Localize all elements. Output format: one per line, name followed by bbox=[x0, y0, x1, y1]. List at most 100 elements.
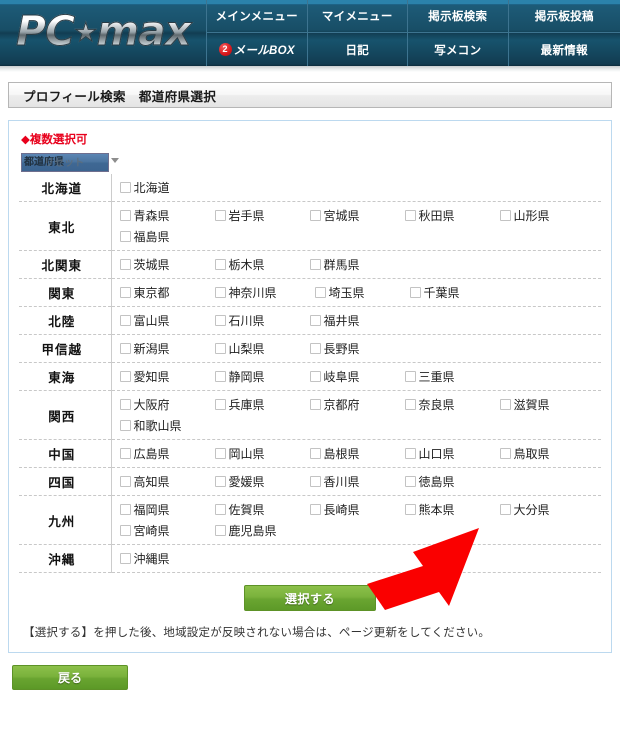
prefecture-checkbox-item[interactable]: 群馬県 bbox=[309, 256, 405, 273]
checkbox-icon[interactable] bbox=[214, 504, 226, 515]
prefecture-checkbox-item[interactable]: 大分県 bbox=[499, 501, 595, 518]
checkbox-icon[interactable] bbox=[409, 287, 421, 298]
checkbox-icon[interactable] bbox=[404, 371, 416, 382]
prefecture-checkbox-item[interactable]: 高知県 bbox=[119, 473, 215, 490]
checkbox-icon[interactable] bbox=[214, 287, 226, 298]
checkbox-icon[interactable] bbox=[499, 504, 511, 515]
checkbox-icon[interactable] bbox=[119, 420, 131, 431]
prefecture-checkbox-item[interactable]: 岩手県 bbox=[214, 207, 310, 224]
prefecture-checkbox-item[interactable]: 広島県 bbox=[119, 445, 215, 462]
nav-diary[interactable]: 日記 bbox=[306, 33, 408, 66]
checkbox-icon[interactable] bbox=[119, 399, 131, 410]
prefecture-checkbox-item[interactable]: 東京都 bbox=[119, 284, 215, 301]
prefecture-checkbox-item[interactable]: 千葉県 bbox=[409, 284, 505, 301]
prefecture-checkbox-item[interactable]: 徳島県 bbox=[404, 473, 500, 490]
prefecture-checkbox-item[interactable]: 山梨県 bbox=[214, 340, 310, 357]
checkbox-icon[interactable] bbox=[119, 476, 131, 487]
checkbox-icon[interactable] bbox=[119, 525, 131, 536]
prefecture-checkbox-item[interactable]: 宮城県 bbox=[309, 207, 405, 224]
checkbox-icon[interactable] bbox=[119, 182, 131, 193]
prefecture-checkbox-item[interactable]: 神奈川県 bbox=[214, 284, 315, 301]
prefecture-checkbox-item[interactable]: 秋田県 bbox=[404, 207, 500, 224]
prefecture-reset-select[interactable]: 都道府県 リセット bbox=[21, 153, 109, 172]
checkbox-icon[interactable] bbox=[214, 210, 226, 221]
prefecture-checkbox-item[interactable]: 鳥取県 bbox=[499, 445, 595, 462]
nav-board-post[interactable]: 掲示板投稿 bbox=[507, 0, 620, 32]
nav-my-menu[interactable]: マイメニュー bbox=[306, 0, 408, 32]
checkbox-icon[interactable] bbox=[119, 231, 131, 242]
prefecture-checkbox-item[interactable]: 熊本県 bbox=[404, 501, 500, 518]
prefecture-checkbox-item[interactable]: 福井県 bbox=[309, 312, 405, 329]
checkbox-icon[interactable] bbox=[499, 448, 511, 459]
prefecture-checkbox-item[interactable]: 鹿児島県 bbox=[214, 522, 315, 539]
checkbox-icon[interactable] bbox=[214, 448, 226, 459]
checkbox-icon[interactable] bbox=[309, 371, 321, 382]
checkbox-icon[interactable] bbox=[214, 259, 226, 270]
nav-mailbox[interactable]: 2 メールBOX bbox=[206, 33, 307, 66]
prefecture-checkbox-item[interactable]: 長崎県 bbox=[309, 501, 405, 518]
prefecture-checkbox-item[interactable]: 愛媛県 bbox=[214, 473, 310, 490]
prefecture-checkbox-item[interactable]: 佐賀県 bbox=[214, 501, 310, 518]
prefecture-checkbox-item[interactable]: 新潟県 bbox=[119, 340, 215, 357]
prefecture-checkbox-item[interactable]: 沖縄県 bbox=[119, 550, 215, 567]
prefecture-checkbox-item[interactable]: 大阪府 bbox=[119, 396, 215, 413]
checkbox-icon[interactable] bbox=[119, 504, 131, 515]
checkbox-icon[interactable] bbox=[309, 504, 321, 515]
prefecture-checkbox-item[interactable]: 奈良県 bbox=[404, 396, 500, 413]
checkbox-icon[interactable] bbox=[119, 210, 131, 221]
checkbox-icon[interactable] bbox=[119, 553, 131, 564]
prefecture-checkbox-item[interactable]: 香川県 bbox=[309, 473, 405, 490]
checkbox-icon[interactable] bbox=[214, 371, 226, 382]
checkbox-icon[interactable] bbox=[119, 343, 131, 354]
nav-board-search[interactable]: 掲示板検索 bbox=[407, 0, 508, 32]
checkbox-icon[interactable] bbox=[309, 210, 321, 221]
checkbox-icon[interactable] bbox=[309, 476, 321, 487]
checkbox-icon[interactable] bbox=[214, 315, 226, 326]
prefecture-checkbox-item[interactable]: 栃木県 bbox=[214, 256, 310, 273]
prefecture-checkbox-item[interactable]: 山形県 bbox=[499, 207, 595, 224]
prefecture-checkbox-item[interactable]: 兵庫県 bbox=[214, 396, 310, 413]
checkbox-icon[interactable] bbox=[214, 525, 226, 536]
nav-main-menu[interactable]: メインメニュー bbox=[206, 0, 307, 32]
checkbox-icon[interactable] bbox=[309, 448, 321, 459]
nav-latest-info[interactable]: 最新情報 bbox=[507, 33, 620, 66]
site-logo[interactable]: PC★max bbox=[15, 6, 202, 56]
prefecture-checkbox-item[interactable]: 三重県 bbox=[404, 368, 500, 385]
prefecture-checkbox-item[interactable]: 滋賀県 bbox=[499, 396, 595, 413]
checkbox-icon[interactable] bbox=[214, 476, 226, 487]
prefecture-checkbox-item[interactable]: 富山県 bbox=[119, 312, 215, 329]
checkbox-icon[interactable] bbox=[119, 371, 131, 382]
checkbox-icon[interactable] bbox=[404, 399, 416, 410]
checkbox-icon[interactable] bbox=[404, 476, 416, 487]
prefecture-checkbox-item[interactable]: 茨城県 bbox=[119, 256, 215, 273]
prefecture-checkbox-item[interactable]: 和歌山県 bbox=[119, 417, 220, 434]
checkbox-icon[interactable] bbox=[309, 399, 321, 410]
checkbox-icon[interactable] bbox=[119, 259, 131, 270]
prefecture-checkbox-item[interactable]: 岡山県 bbox=[214, 445, 310, 462]
nav-photo-contest[interactable]: 写メコン bbox=[407, 33, 508, 66]
checkbox-icon[interactable] bbox=[214, 343, 226, 354]
checkbox-icon[interactable] bbox=[499, 399, 511, 410]
prefecture-checkbox-item[interactable]: 愛知県 bbox=[119, 368, 215, 385]
checkbox-icon[interactable] bbox=[404, 504, 416, 515]
checkbox-icon[interactable] bbox=[309, 315, 321, 326]
back-button[interactable]: 戻る bbox=[12, 665, 128, 690]
prefecture-checkbox-item[interactable]: 岐阜県 bbox=[309, 368, 405, 385]
checkbox-icon[interactable] bbox=[119, 315, 131, 326]
checkbox-icon[interactable] bbox=[314, 287, 326, 298]
checkbox-icon[interactable] bbox=[119, 287, 131, 298]
prefecture-checkbox-item[interactable]: 山口県 bbox=[404, 445, 500, 462]
checkbox-icon[interactable] bbox=[404, 210, 416, 221]
checkbox-icon[interactable] bbox=[499, 210, 511, 221]
prefecture-checkbox-item[interactable]: 福島県 bbox=[119, 228, 215, 245]
chevron-down-icon[interactable] bbox=[111, 158, 119, 163]
prefecture-checkbox-item[interactable]: 長野県 bbox=[309, 340, 405, 357]
checkbox-icon[interactable] bbox=[214, 399, 226, 410]
checkbox-icon[interactable] bbox=[309, 343, 321, 354]
prefecture-checkbox-item[interactable]: 埼玉県 bbox=[314, 284, 410, 301]
checkbox-icon[interactable] bbox=[309, 259, 321, 270]
prefecture-checkbox-item[interactable]: 島根県 bbox=[309, 445, 405, 462]
checkbox-icon[interactable] bbox=[119, 448, 131, 459]
select-submit-button[interactable]: 選択する bbox=[244, 585, 376, 611]
prefecture-checkbox-item[interactable]: 福岡県 bbox=[119, 501, 215, 518]
